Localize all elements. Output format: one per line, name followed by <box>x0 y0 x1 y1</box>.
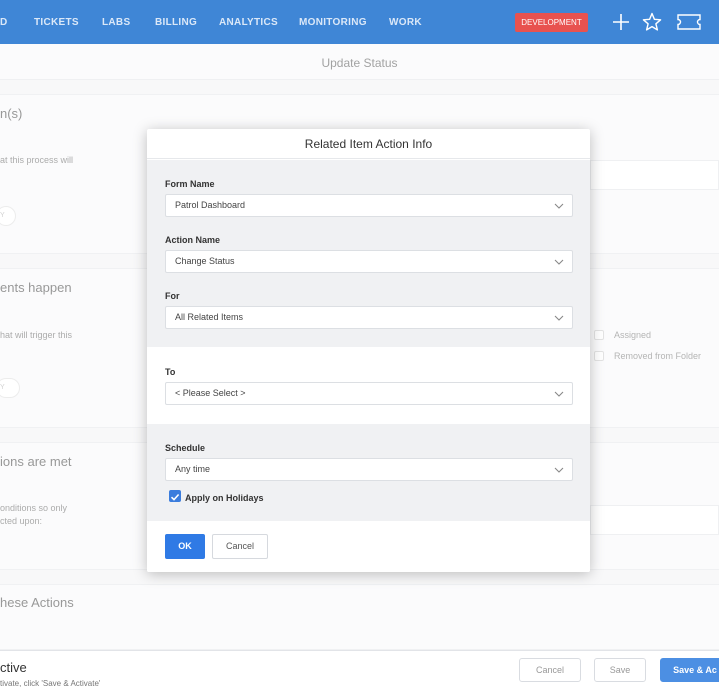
nav-item-monitoring[interactable]: MONITORING <box>299 17 367 28</box>
schedule-select[interactable]: Any time <box>165 458 573 481</box>
environment-badge: DEVELOPMENT <box>515 13 588 32</box>
schedule-label: Schedule <box>165 443 206 453</box>
action-name-label: Action Name <box>165 235 221 245</box>
chevron-down-icon <box>554 467 564 473</box>
action-name-value: Change Status <box>175 256 235 266</box>
top-navigation: D TICKETS LABS BILLING ANALYTICS MONITOR… <box>0 0 719 44</box>
form-name-select[interactable]: Patrol Dashboard <box>165 194 573 217</box>
checkmark-icon <box>170 493 180 501</box>
schedule-value: Any time <box>175 464 211 474</box>
modal-title: Related Item Action Info <box>147 129 590 159</box>
cancel-button[interactable]: Cancel <box>519 658 581 682</box>
status-hint: tivate, click 'Save & Activate' <box>0 679 101 688</box>
nav-item-tickets[interactable]: TICKETS <box>34 17 79 28</box>
nav-item-billing[interactable]: BILLING <box>155 17 197 28</box>
cancel-button[interactable]: Cancel <box>212 534 268 559</box>
action-name-select[interactable]: Change Status <box>165 250 573 273</box>
to-select[interactable]: < Please Select > <box>165 382 573 405</box>
apply-on-holidays-label: Apply on Holidays <box>185 493 264 503</box>
ok-button[interactable]: OK <box>165 534 205 559</box>
to-label: To <box>165 367 176 377</box>
save-button[interactable]: Save <box>594 658 646 682</box>
plus-icon[interactable] <box>610 11 632 33</box>
form-name-label: Form Name <box>165 179 215 189</box>
save-and-activate-button[interactable]: Save & Ac <box>660 658 719 682</box>
chevron-down-icon <box>554 315 564 321</box>
related-item-action-modal: Related Item Action Info Form Name Patro… <box>147 129 590 572</box>
star-icon[interactable] <box>641 11 663 33</box>
apply-on-holidays-checkbox[interactable] <box>169 490 181 502</box>
for-select[interactable]: All Related Items <box>165 306 573 329</box>
for-value: All Related Items <box>175 312 244 322</box>
nav-item-partial[interactable]: D <box>0 17 8 28</box>
nav-item-labs[interactable]: LABS <box>102 17 130 28</box>
ticket-icon[interactable] <box>676 11 702 33</box>
status-title: ctive <box>0 660 27 675</box>
for-label: For <box>165 291 180 301</box>
form-name-value: Patrol Dashboard <box>175 200 246 210</box>
nav-item-analytics[interactable]: ANALYTICS <box>219 17 278 28</box>
to-value: < Please Select > <box>175 388 246 398</box>
nav-item-work[interactable]: WORK <box>389 17 422 28</box>
chevron-down-icon <box>554 203 564 209</box>
chevron-down-icon <box>554 391 564 397</box>
chevron-down-icon <box>554 259 564 265</box>
